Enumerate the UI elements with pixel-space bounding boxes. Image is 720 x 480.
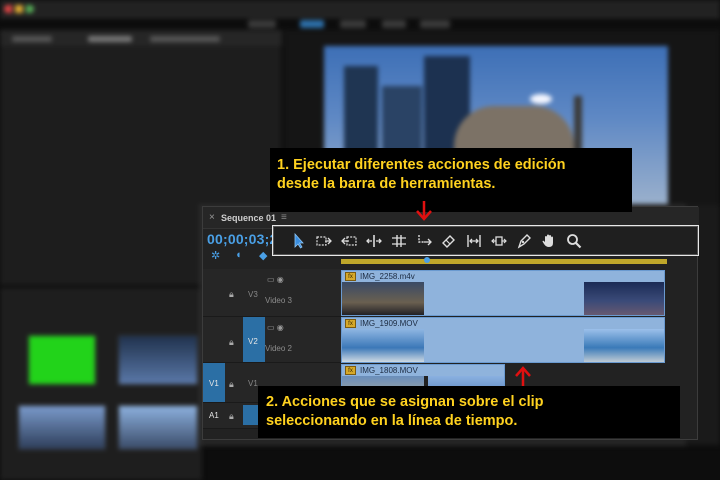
slip-icon[interactable]: [439, 231, 459, 251]
zoom-icon[interactable]: [564, 231, 584, 251]
workspace-tab-active[interactable]: [300, 20, 324, 28]
hand-icon[interactable]: [539, 231, 559, 251]
lock-icon[interactable]: 🔒︎: [229, 289, 234, 300]
project-thumbnail[interactable]: [28, 335, 96, 385]
fx-badge: fx: [345, 366, 356, 375]
track-name: V1: [248, 379, 258, 388]
linked-selection-icon[interactable]: ◆: [259, 249, 267, 262]
rate-stretch-icon[interactable]: [389, 231, 409, 251]
annotation-line: 2. Acciones que se asignan sobre el clip: [266, 394, 544, 410]
annotation-line: 1. Ejecutar diferentes acciones de edici…: [277, 157, 566, 173]
nest-icon[interactable]: ✲: [211, 249, 220, 262]
clip-thumbnail: [584, 329, 664, 362]
annotation-line: desde la barra de herramientas.: [277, 176, 496, 192]
track-move-icon[interactable]: [489, 231, 509, 251]
clip-filler: [424, 329, 584, 362]
clip-v1[interactable]: fx IMG_1808.MOV: [341, 364, 505, 388]
workspace-tab[interactable]: [248, 20, 276, 28]
source-patch-label: V1: [209, 379, 219, 388]
clip-filler: [424, 282, 584, 315]
playhead[interactable]: [424, 257, 430, 263]
left-panel-tab[interactable]: [12, 36, 52, 42]
clip-v3[interactable]: fx IMG_2258.m4v: [341, 270, 665, 316]
clip-thumbnail: [584, 282, 664, 315]
lock-icon[interactable]: 🔒︎: [229, 411, 234, 422]
clip-thumbnail: [342, 282, 424, 315]
project-thumbnail[interactable]: [118, 405, 198, 450]
clip-name: IMG_1808.MOV: [360, 366, 418, 375]
ripple-edit-icon[interactable]: [339, 231, 359, 251]
project-thumbnail[interactable]: [118, 335, 198, 385]
selection-tool-icon[interactable]: [289, 231, 309, 251]
annotation-line: seleccionando en la línea de tiempo.: [266, 413, 518, 429]
timecode-display[interactable]: 00;00;03;2: [207, 231, 278, 247]
project-thumbnail[interactable]: [18, 405, 106, 450]
razor-icon[interactable]: [414, 231, 434, 251]
track-label: Video 2: [265, 344, 292, 353]
track-toggle-icons[interactable]: ▭ ◉: [267, 275, 284, 284]
workspace-tab[interactable]: [340, 20, 366, 28]
fx-badge: fx: [345, 272, 356, 281]
left-panel-tab[interactable]: [88, 36, 132, 42]
track-select-forward-icon[interactable]: [314, 231, 334, 251]
track-header-v3: 🔒︎ V3 ▭ ◉ Video 3: [203, 269, 341, 317]
left-panel-tab[interactable]: [150, 36, 220, 42]
sequence-tab[interactable]: Sequence 01: [221, 213, 276, 223]
track-toggle-icons[interactable]: ▭ ◉: [267, 323, 284, 332]
snap-icon[interactable]: ◖: [235, 249, 242, 261]
work-area-bar[interactable]: [341, 259, 667, 264]
rolling-edit-icon[interactable]: [364, 231, 384, 251]
lock-icon[interactable]: 🔒︎: [229, 379, 234, 390]
annotation-clip: 2. Acciones que se asignan sobre el clip…: [258, 386, 680, 438]
clip-name: IMG_2258.m4v: [360, 272, 415, 281]
arrow-down-icon: [416, 201, 432, 221]
lock-icon[interactable]: 🔒︎: [229, 337, 234, 348]
annotation-toolbar: 1. Ejecutar diferentes acciones de edici…: [270, 148, 632, 212]
window-controls: [4, 5, 34, 13]
pen-icon[interactable]: [514, 231, 534, 251]
workspace-tab[interactable]: [382, 20, 406, 28]
track-header-v2: 🔒︎ V2 ▭ ◉ Video 2: [203, 317, 341, 363]
title-bar: [0, 0, 720, 18]
clip-v2[interactable]: fx IMG_1909.MOV: [341, 317, 665, 363]
slide-icon[interactable]: [464, 231, 484, 251]
close-icon[interactable]: ×: [209, 212, 215, 223]
tools-toolbar: [272, 225, 699, 256]
clip-name: IMG_1909.MOV: [360, 319, 418, 328]
track-label: Video 3: [265, 296, 292, 305]
workspace-tab[interactable]: [420, 20, 450, 28]
arrow-up-icon: [515, 366, 531, 386]
track-name: V2: [248, 337, 258, 346]
source-patch-label: A1: [209, 411, 219, 420]
clip-thumbnail: [342, 329, 424, 362]
track-name: V3: [248, 290, 258, 299]
fx-badge: fx: [345, 319, 356, 328]
panel-menu-icon[interactable]: ≡: [281, 212, 287, 223]
